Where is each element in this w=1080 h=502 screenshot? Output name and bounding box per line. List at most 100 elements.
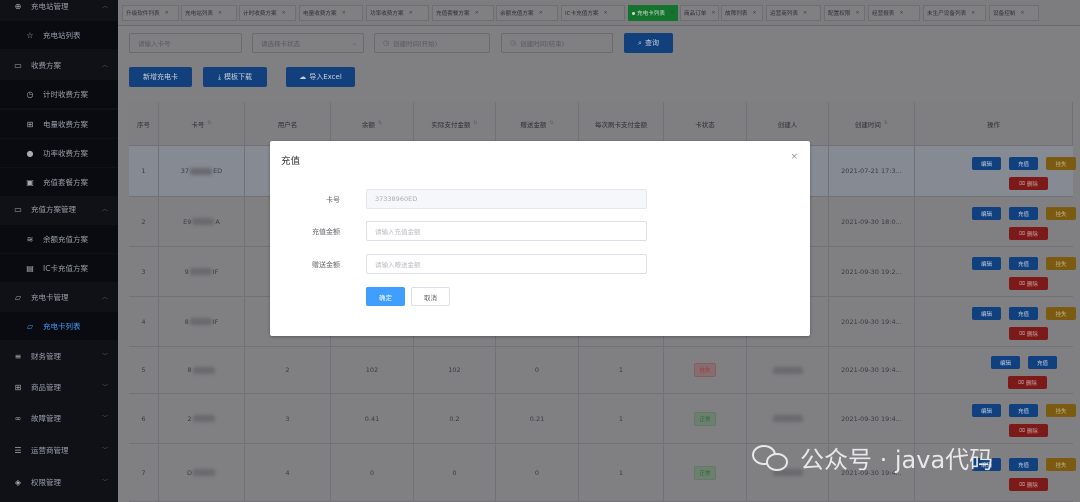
recharge-amount-input[interactable]: 请输入充值金额 — [366, 221, 647, 241]
card-number-input[interactable]: 请输入卡号 — [129, 33, 242, 53]
report-loss-button[interactable]: 挂失 — [1046, 207, 1076, 220]
delete-button[interactable]: ⌧ 删除 — [1008, 376, 1047, 389]
close-icon[interactable]: × — [803, 10, 807, 16]
tab-6[interactable]: 余额充值方案 × — [496, 5, 558, 21]
delete-button[interactable]: ⌧ 删除 — [1009, 478, 1048, 491]
delete-button[interactable]: ⌧ 删除 — [1009, 277, 1048, 290]
table-row[interactable]: 6 2 3 0.41 0.2 0.21 1 正常 2021-09-30 19:4... 编辑 充值 挂… — [129, 394, 1076, 444]
sidebar-item[interactable]: ∞ 故障管理 ﹀ — [0, 404, 118, 432]
edit-button[interactable]: 编辑 — [972, 257, 1001, 270]
tab-13[interactable]: 经营报表 × — [868, 5, 920, 21]
column-header[interactable]: 创建人 — [747, 102, 829, 146]
close-icon[interactable]: × — [409, 10, 413, 16]
column-header[interactable]: 创建时间 ⇅ — [829, 102, 915, 146]
close-icon[interactable]: × — [711, 10, 715, 16]
column-header[interactable]: 每次刷卡支付金额 — [579, 102, 664, 146]
sidebar-item[interactable]: ● 功率收费方案 — [0, 139, 118, 167]
sort-icon[interactable]: ⇅ — [549, 121, 553, 126]
column-header[interactable]: 实际支付金额 ⇅ — [414, 102, 496, 146]
sidebar-item[interactable]: ◈ 权限管理 ﹀ — [0, 468, 118, 496]
tab-10[interactable]: 故障列表 × — [721, 5, 763, 21]
tab-8[interactable]: 充电卡列表 × — [628, 5, 678, 21]
delete-button[interactable]: ⌧ 删除 — [1009, 327, 1048, 340]
edit-button[interactable]: 编辑 — [991, 356, 1020, 369]
delete-button[interactable]: ⌧ 删除 — [1009, 424, 1048, 437]
add-card-button[interactable]: 新增充电卡 — [129, 67, 192, 87]
recharge-button[interactable]: 充值 — [1009, 307, 1038, 320]
import-excel-button[interactable]: ☁ 导入Excel — [286, 67, 355, 87]
sidebar-item[interactable]: ⊕ 充电站管理 ︿ — [0, 0, 118, 20]
tab-12[interactable]: 配置权限 × — [824, 5, 865, 21]
delete-button[interactable]: ⌧ 删除 — [1009, 177, 1048, 190]
tab-5[interactable]: 充值套餐方案 × — [432, 5, 494, 21]
tab-7[interactable]: IC卡充值方案 × — [561, 5, 625, 21]
tab-3[interactable]: 电量收费方案 × — [299, 5, 363, 21]
tab-11[interactable]: 运营商列表 × — [766, 5, 821, 21]
template-download-button[interactable]: ⤓ 模板下载 — [203, 67, 267, 87]
close-icon[interactable]: × — [165, 10, 169, 16]
sidebar-item[interactable]: ▭ 充值方案管理 ︿ — [0, 195, 118, 223]
close-icon[interactable]: × — [1020, 10, 1024, 16]
sort-icon[interactable]: ⇅ — [884, 121, 888, 126]
recharge-button[interactable]: 充值 — [1028, 356, 1057, 369]
card-status-select[interactable]: 请选择卡状态 ⌄ — [252, 33, 364, 53]
sidebar-item[interactable]: ▱ 充电卡列表 — [0, 312, 118, 340]
close-icon[interactable]: × — [752, 10, 756, 16]
edit-button[interactable]: 编辑 — [972, 207, 1001, 220]
column-header[interactable]: 卡号 ⇅ — [159, 102, 245, 146]
edit-button[interactable]: 编辑 — [972, 404, 1001, 417]
recharge-button[interactable]: 充值 — [1009, 157, 1038, 170]
sidebar-item[interactable]: ▭ 收费方案 ︿ — [0, 51, 118, 79]
confirm-button[interactable]: 确定 — [366, 287, 405, 306]
sidebar-item[interactable]: ≡ 财务管理 ﹀ — [0, 342, 118, 370]
recharge-button[interactable]: 充值 — [1009, 404, 1038, 417]
tab-9[interactable]: 商品订单 × — [680, 5, 719, 21]
close-icon[interactable]: × — [899, 10, 903, 16]
cancel-button[interactable]: 取消 — [411, 287, 450, 306]
recharge-button[interactable]: 充值 — [1009, 207, 1038, 220]
edit-button[interactable]: 编辑 — [972, 307, 1001, 320]
report-loss-button[interactable]: 挂失 — [1046, 257, 1076, 270]
column-header[interactable]: 余额 ⇅ — [331, 102, 414, 146]
table-row[interactable]: 5 8 2 102 102 0 1 挂失 2021-09-30 19:4... 编辑 充值 ⌧ 删除 — [129, 347, 1073, 394]
close-icon[interactable]: × — [604, 10, 608, 16]
tab-0[interactable]: 升级软件列表 × — [122, 5, 179, 21]
sidebar-item[interactable]: ▱ 充电卡管理 ︿ — [0, 283, 118, 311]
close-icon[interactable]: × — [971, 10, 975, 16]
edit-button[interactable]: 编辑 — [972, 157, 1001, 170]
tab-14[interactable]: 未生产设备列表 × — [923, 5, 986, 21]
column-header[interactable]: 序号 — [129, 102, 159, 146]
close-icon[interactable]: × — [282, 10, 286, 16]
tab-2[interactable]: 计时收费方案 × — [239, 5, 296, 21]
sort-icon[interactable]: ⇅ — [207, 121, 211, 126]
gift-amount-input[interactable]: 请输入赠送金额 — [366, 254, 647, 274]
close-icon[interactable]: × — [218, 10, 222, 16]
sidebar-item[interactable]: ≋ 余额充值方案 — [0, 225, 118, 253]
sidebar-item[interactable]: ⊞ 商品管理 ﹀ — [0, 373, 118, 401]
delete-button[interactable]: ⌧ 删除 — [1009, 227, 1048, 240]
close-icon[interactable]: × — [790, 152, 798, 162]
close-icon[interactable]: × — [539, 10, 543, 16]
sidebar-item[interactable]: ⊞ 电量收费方案 — [0, 110, 118, 138]
column-header[interactable]: 赠送金额 ⇅ — [496, 102, 579, 146]
report-loss-button[interactable]: 挂失 — [1046, 458, 1076, 471]
sidebar-item[interactable]: ◷ 计时收费方案 — [0, 80, 118, 108]
close-icon[interactable]: × — [670, 10, 674, 16]
sidebar-item[interactable]: ▣ 充值套餐方案 — [0, 168, 118, 196]
query-button[interactable]: ⌕ 查询 — [624, 33, 673, 53]
report-loss-button[interactable]: 挂失 — [1046, 404, 1076, 417]
tab-15[interactable]: 设备控制 × — [989, 5, 1039, 21]
close-icon[interactable]: × — [342, 10, 346, 16]
recharge-button[interactable]: 充值 — [1009, 257, 1038, 270]
start-date-input[interactable]: ◷ 创建时间(开始) — [374, 33, 490, 53]
sort-icon[interactable]: ⇅ — [378, 121, 382, 126]
column-header[interactable]: 卡状态 — [664, 102, 747, 146]
report-loss-button[interactable]: 挂失 — [1046, 157, 1076, 170]
tab-4[interactable]: 功率收费方案 × — [366, 5, 429, 21]
sidebar-item[interactable]: ▤ IC卡充值方案 — [0, 254, 118, 282]
sidebar-item[interactable]: ☰ 运营商管理 ﹀ — [0, 436, 118, 464]
close-icon[interactable]: × — [475, 10, 479, 16]
close-icon[interactable]: × — [855, 10, 859, 16]
tab-1[interactable]: 充电站列表 × — [181, 5, 237, 21]
sidebar-item[interactable]: ☆ 充电站列表 — [0, 21, 118, 49]
